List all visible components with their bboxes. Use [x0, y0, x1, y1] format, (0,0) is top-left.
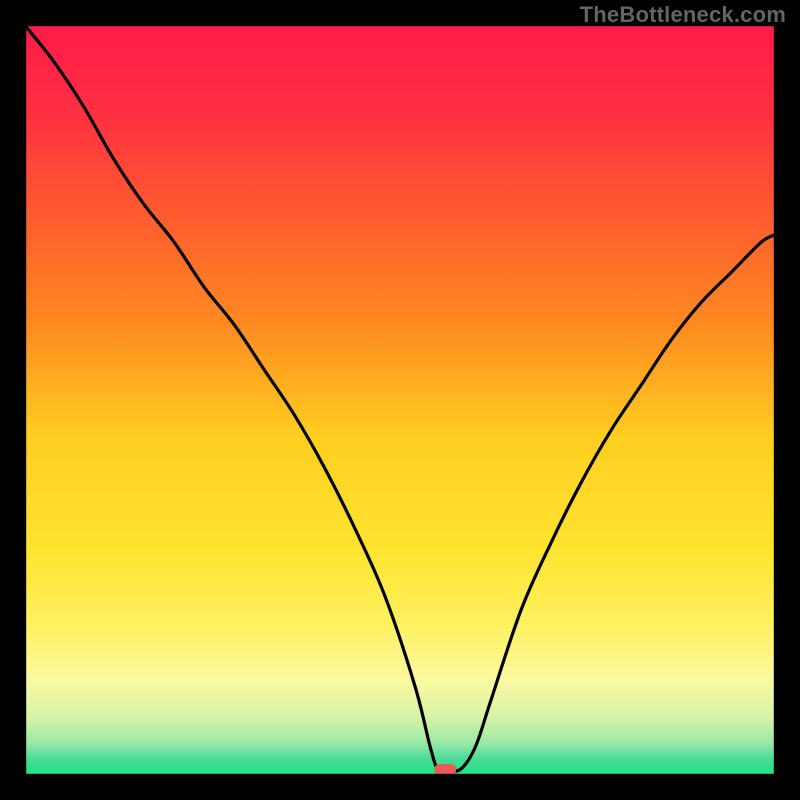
plot-background [23, 23, 777, 777]
chart-container: TheBottleneck.com [0, 0, 800, 800]
bottleneck-chart [23, 23, 777, 777]
chart-svg [23, 23, 777, 777]
optimal-point-marker [434, 764, 456, 775]
